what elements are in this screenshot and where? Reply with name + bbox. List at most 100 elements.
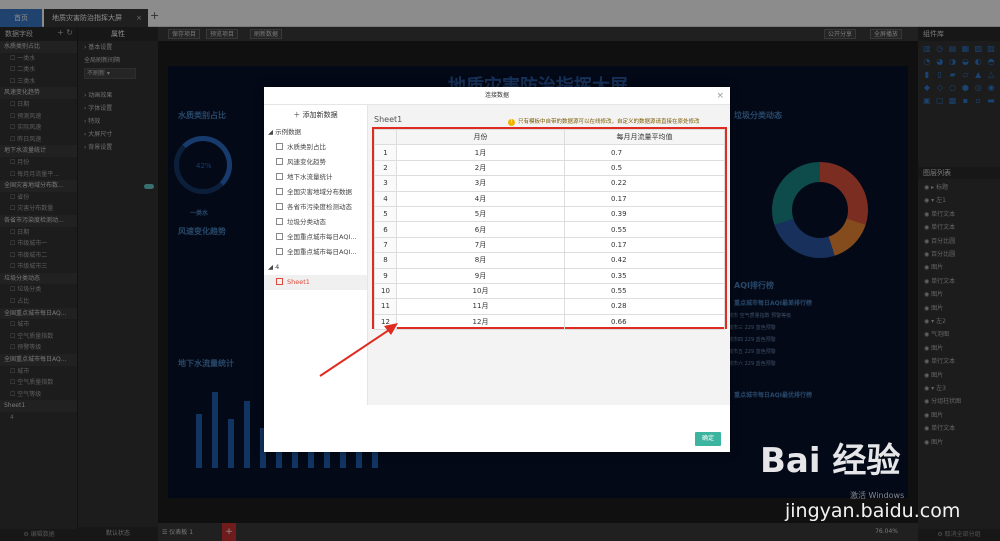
value-cell[interactable]: 0.5	[564, 159, 725, 177]
tree-item-label: Sheet1	[287, 278, 310, 286]
table-row: 1 1月 0.7	[374, 144, 725, 161]
month-cell[interactable]: 7月	[396, 236, 565, 254]
row-index: 10	[374, 282, 397, 300]
connect-data-dialog: 连接数据 × ＋ 添加新数据 ◢ 示例数据水质类别占比 风速变化趋势 地下水流量统计…	[264, 87, 730, 452]
value-cell[interactable]: 0.28	[564, 298, 725, 315]
dialog-title: 连接数据	[484, 92, 509, 99]
table-icon	[276, 248, 283, 255]
month-cell[interactable]: 2月	[396, 159, 565, 177]
table-icon	[276, 158, 283, 165]
row-index: 11	[374, 298, 397, 315]
tree-item-label: 全国重点城市每日AQI...	[287, 233, 357, 241]
table-row: 9 9月 0.35	[374, 267, 725, 284]
data-source-list: ◢ 示例数据水质类别占比 风速变化趋势 地下水流量统计全国灾害地域分布数据 各省市污染…	[264, 125, 367, 290]
tree-item[interactable]: 垃圾分类动态	[264, 215, 367, 230]
tree-item[interactable]: Sheet1	[264, 275, 367, 290]
close-icon[interactable]: ×	[716, 87, 724, 105]
month-column-header: 月份	[396, 128, 565, 146]
tree-item-label: 地下水流量统计	[287, 173, 333, 181]
tree-item[interactable]: 全国灾害地域分布数据	[264, 185, 367, 200]
edit-hint-text: 只有模板中自带的数据源可以在线修改，自定义的数据源请直接在原处修改	[518, 119, 700, 125]
tree-item[interactable]: 全国重点城市每日AQI...	[264, 230, 367, 245]
tree-item-label: 水质类别占比	[287, 143, 326, 151]
data-preview: Sheet1 ! 只有模板中自带的数据源可以在线修改，自定义的数据源请直接在原处修…	[368, 105, 730, 405]
table-row: 10 10月 0.55	[374, 282, 725, 300]
dialog-title-bar: 连接数据 ×	[264, 87, 730, 105]
row-index: 4	[374, 190, 397, 207]
table-row: 5 5月 0.39	[374, 205, 725, 223]
month-cell[interactable]: 8月	[396, 252, 565, 269]
table-icon	[276, 143, 283, 150]
tree-item-label: 全国重点城市每日AQI...	[287, 248, 357, 256]
table-row: 12 12月 0.66	[374, 313, 725, 331]
row-index: 1	[374, 144, 397, 161]
value-cell[interactable]: 0.17	[564, 190, 725, 207]
sheet-name: Sheet1	[374, 115, 403, 124]
tree-item-label: 各省市污染度检测动态	[287, 203, 352, 211]
tree-item-label: 风速变化趋势	[287, 158, 326, 166]
table-icon	[276, 173, 283, 180]
tree-item[interactable]: 风速变化趋势	[264, 155, 367, 170]
month-cell[interactable]: 4月	[396, 190, 565, 207]
confirm-button[interactable]: 确定	[695, 432, 721, 446]
value-cell[interactable]: 0.17	[564, 236, 725, 254]
table-header-row: 月份 每月月流量平均值	[374, 128, 725, 146]
row-index: 6	[374, 221, 397, 238]
value-cell[interactable]: 0.55	[564, 221, 725, 238]
tree-item[interactable]: 水质类别占比	[264, 140, 367, 155]
tree-item-label: 垃圾分类动态	[287, 218, 326, 226]
table-icon	[276, 278, 283, 285]
edit-hint: ! 只有模板中自带的数据源可以在线修改，自定义的数据源请直接在原处修改	[508, 117, 700, 126]
data-table: 月份 每月月流量平均值 1 1月 0.7 2 2月 0.5 3 3月 0.22 4 4月 0.17 5 5…	[374, 128, 725, 331]
table-row: 11 11月 0.28	[374, 298, 725, 315]
baidu-watermark: Bai 经验	[760, 441, 901, 481]
row-index: 3	[374, 175, 397, 192]
data-table-highlight: 月份 每月月流量平均值 1 1月 0.7 2 2月 0.5 3 3月 0.22 4 4月 0.17 5 5…	[372, 127, 727, 331]
row-index: 2	[374, 159, 397, 177]
table-row: 6 6月 0.55	[374, 221, 725, 238]
info-icon: !	[508, 119, 515, 126]
month-cell[interactable]: 11月	[396, 298, 565, 315]
tree-item[interactable]: 全国重点城市每日AQI...	[264, 245, 367, 260]
month-cell[interactable]: 9月	[396, 267, 565, 284]
table-row: 2 2月 0.5	[374, 159, 725, 177]
value-cell[interactable]: 0.7	[564, 144, 725, 161]
month-cell[interactable]: 1月	[396, 144, 565, 161]
row-index: 5	[374, 205, 397, 223]
table-row: 3 3月 0.22	[374, 175, 725, 192]
tree-item-label: 4	[275, 263, 280, 271]
table-row: 4 4月 0.17	[374, 190, 725, 207]
value-cell[interactable]: 0.66	[564, 313, 725, 331]
month-cell[interactable]: 3月	[396, 175, 565, 192]
tree-item[interactable]: 地下水流量统计	[264, 170, 367, 185]
value-column-header: 每月月流量平均值	[564, 128, 725, 146]
tree-item-label: 全国灾害地域分布数据	[287, 188, 352, 196]
table-row: 8 8月 0.42	[374, 252, 725, 269]
table-icon	[276, 203, 283, 210]
month-cell[interactable]: 10月	[396, 282, 565, 300]
index-column-header	[374, 128, 397, 146]
row-index: 12	[374, 313, 397, 331]
table-row: 7 7月 0.17	[374, 236, 725, 254]
tree-item-label: 示例数据	[275, 128, 302, 136]
table-icon	[276, 233, 283, 240]
tree-item[interactable]: 各省市污染度检测动态	[264, 200, 367, 215]
month-cell[interactable]: 5月	[396, 205, 565, 223]
data-source-tree: ＋ 添加新数据 ◢ 示例数据水质类别占比 风速变化趋势 地下水流量统计全国灾害地域分…	[264, 105, 368, 405]
table-icon	[276, 218, 283, 225]
month-cell[interactable]: 12月	[396, 313, 565, 331]
tree-group[interactable]: ◢ 4	[264, 260, 367, 275]
url-watermark: jingyan.baidu.com	[785, 500, 961, 522]
value-cell[interactable]: 0.55	[564, 282, 725, 300]
value-cell[interactable]: 0.42	[564, 252, 725, 269]
month-cell[interactable]: 6月	[396, 221, 565, 238]
add-new-data-button[interactable]: ＋ 添加新数据	[264, 105, 367, 125]
value-cell[interactable]: 0.39	[564, 205, 725, 223]
value-cell[interactable]: 0.22	[564, 175, 725, 192]
value-cell[interactable]: 0.35	[564, 267, 725, 284]
table-icon	[276, 188, 283, 195]
row-index: 8	[374, 252, 397, 269]
row-index: 9	[374, 267, 397, 284]
tree-group[interactable]: ◢ 示例数据	[264, 125, 367, 140]
row-index: 7	[374, 236, 397, 254]
